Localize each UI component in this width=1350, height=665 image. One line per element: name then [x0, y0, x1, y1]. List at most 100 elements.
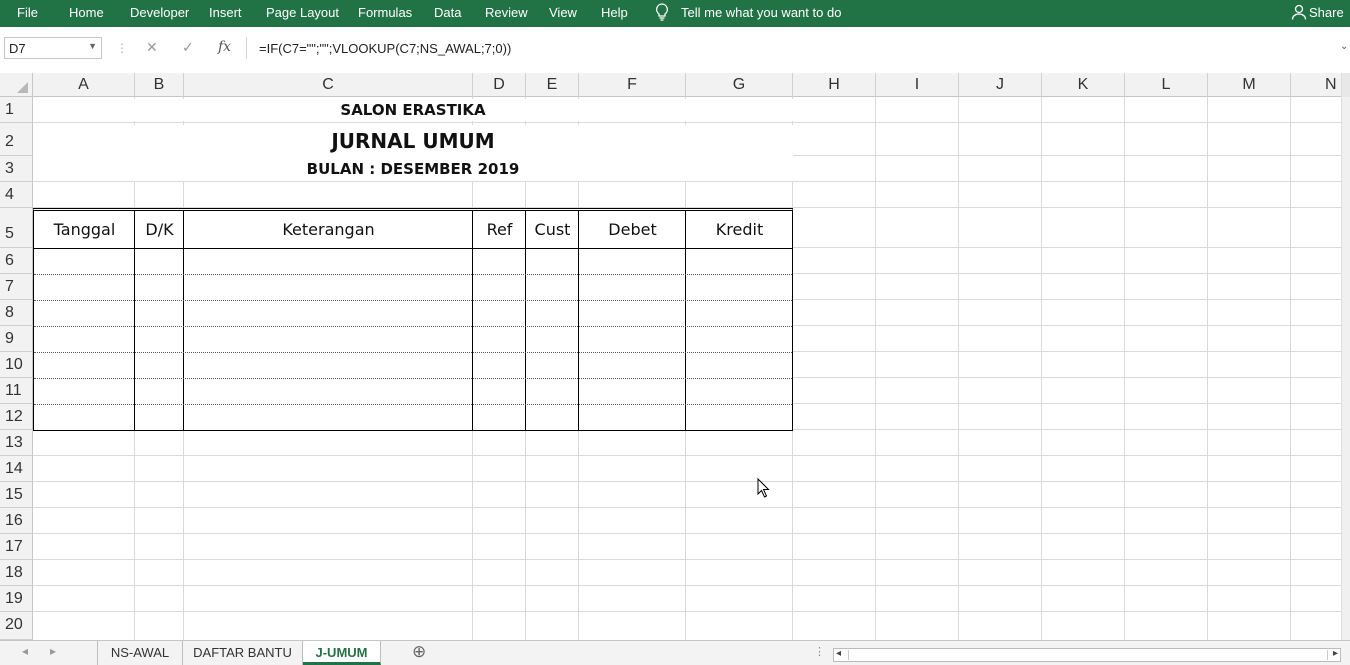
menu-file[interactable]: File [17, 5, 38, 20]
table-border [578, 211, 579, 431]
gridline [33, 611, 1341, 612]
mouse-pointer-icon [757, 477, 771, 499]
ribbon-menu-bar: File Home Developer Insert Page Layout F… [0, 0, 1350, 27]
header-kredit[interactable]: Kredit [686, 211, 793, 249]
menu-home[interactable]: Home [69, 5, 104, 20]
row-header-17[interactable]: 17 [0, 534, 33, 560]
table-row-separator [34, 352, 792, 353]
row-header-9[interactable]: 9 [0, 326, 33, 352]
menu-developer[interactable]: Developer [130, 5, 189, 20]
table-row-separator [34, 300, 792, 301]
menu-page-layout[interactable]: Page Layout [266, 5, 339, 20]
enter-icon[interactable]: ✓ [182, 39, 194, 56]
menu-view[interactable]: View [549, 5, 577, 20]
name-box[interactable]: D7 ▼ [4, 37, 102, 59]
column-header-f[interactable]: F [579, 73, 686, 97]
vertical-scrollbar[interactable] [1341, 73, 1350, 640]
header-keterangan[interactable]: Keterangan [184, 211, 473, 249]
column-header-d[interactable]: D [473, 73, 526, 97]
row-header-10[interactable]: 10 [0, 352, 33, 378]
column-header-k[interactable]: K [1042, 73, 1125, 97]
horizontal-scrollbar[interactable]: ◂ ▸ [833, 648, 1341, 662]
tab-scroll-right-icon[interactable]: ▸ [50, 644, 56, 658]
column-header-l[interactable]: L [1125, 73, 1208, 97]
table-row-separator [34, 404, 792, 405]
column-header-g[interactable]: G [686, 73, 793, 97]
row-header-13[interactable]: 13 [0, 430, 33, 456]
row-header-5[interactable]: 5 [0, 208, 33, 248]
header-tanggal[interactable]: Tanggal [34, 211, 135, 249]
column-header-j[interactable]: J [959, 73, 1042, 97]
column-header-b[interactable]: B [135, 73, 184, 97]
tell-me-search[interactable]: Tell me what you want to do [681, 5, 841, 20]
table-border [134, 211, 135, 431]
menu-help[interactable]: Help [601, 5, 628, 20]
scroll-thumb[interactable] [848, 650, 1328, 660]
row-header-1[interactable]: 1 [0, 97, 33, 123]
insert-function-button[interactable]: fx [218, 39, 231, 55]
worksheet-grid[interactable]: A B C D E F G H I J K L M N 1 2 3 4 5 6 … [0, 73, 1341, 640]
row-header-7[interactable]: 7 [0, 274, 33, 300]
chevron-down-icon[interactable]: ▼ [88, 41, 97, 51]
tab-scroll-left-icon[interactable]: ◂ [22, 644, 28, 658]
row-header-8[interactable]: 8 [0, 300, 33, 326]
tab-j-umum[interactable]: J-UMUM [303, 641, 381, 665]
share-button[interactable]: Share [1309, 5, 1344, 20]
table-row-separator [34, 378, 792, 379]
sheet-title[interactable]: SALON ERASTIKA [33, 99, 793, 121]
table-border [685, 211, 686, 431]
gridline [33, 481, 1341, 482]
row-header-15[interactable]: 15 [0, 482, 33, 508]
select-all-corner[interactable] [0, 73, 33, 97]
row-header-11[interactable]: 11 [0, 378, 33, 404]
tab-ns-awal[interactable]: NS-AWAL [97, 641, 183, 665]
gridline [33, 181, 1341, 182]
header-dk[interactable]: D/K [135, 211, 184, 249]
gridline [33, 507, 1341, 508]
tab-daftar-bantu[interactable]: DAFTAR BANTU [183, 641, 303, 665]
formula-input[interactable]: =IF(C7="";"";VLOOKUP(C7;NS_AWAL;7;0)) [246, 37, 1350, 59]
menu-insert[interactable]: Insert [209, 5, 242, 20]
gridline [33, 559, 1341, 560]
row-header-4[interactable]: 4 [0, 182, 33, 208]
row-header-14[interactable]: 14 [0, 456, 33, 482]
row-header-2[interactable]: 2 [0, 123, 33, 156]
scroll-up-icon[interactable] [1342, 73, 1350, 97]
column-header-i[interactable]: I [876, 73, 959, 97]
formula-bar: D7 ▼ ⋮ ✕ ✓ fx =IF(C7="";"";VLOOKUP(C7;NS_… [0, 27, 1350, 73]
name-box-value: D7 [9, 41, 26, 56]
menu-formulas[interactable]: Formulas [358, 5, 412, 20]
journal-table[interactable]: Tanggal D/K Keterangan Ref Cust Debet Kr… [33, 208, 793, 431]
more-options-icon: ⋮ [116, 41, 128, 55]
column-header-a[interactable]: A [33, 73, 135, 97]
row-header-19[interactable]: 19 [0, 586, 33, 612]
row-header-20[interactable]: 20 [0, 612, 33, 640]
column-header-n[interactable]: N [1291, 73, 1341, 97]
table-border [472, 211, 473, 431]
cancel-icon[interactable]: ✕ [146, 39, 158, 56]
split-handle-icon[interactable]: ⋮ [814, 645, 825, 658]
column-header-c[interactable]: C [184, 73, 473, 97]
column-header-e[interactable]: E [526, 73, 579, 97]
gridline [33, 585, 1341, 586]
column-header-m[interactable]: M [1208, 73, 1291, 97]
menu-data[interactable]: Data [434, 5, 461, 20]
sheet-period[interactable]: BULAN : DESEMBER 2019 [33, 157, 793, 181]
row-header-6[interactable]: 6 [0, 248, 33, 274]
sheet-tab-bar: ◂ ▸ NS-AWAL DAFTAR BANTU J-UMUM ⊕ ⋮ ◂ ▸ [0, 640, 1350, 665]
column-header-h[interactable]: H [793, 73, 876, 97]
sheet-subtitle[interactable]: JURNAL UMUM [33, 125, 793, 157]
row-header-16[interactable]: 16 [0, 508, 33, 534]
gridline [33, 533, 1341, 534]
header-ref[interactable]: Ref [473, 211, 526, 249]
header-cust[interactable]: Cust [526, 211, 579, 249]
row-header-18[interactable]: 18 [0, 560, 33, 586]
row-header-12[interactable]: 12 [0, 404, 33, 430]
add-sheet-button[interactable]: ⊕ [412, 642, 426, 662]
header-debet[interactable]: Debet [579, 211, 686, 249]
scroll-right-icon[interactable]: ▸ [1333, 648, 1338, 659]
scroll-left-icon[interactable]: ◂ [836, 648, 841, 659]
row-header-3[interactable]: 3 [0, 156, 33, 182]
expand-formula-icon[interactable]: ⌄ [1340, 41, 1348, 52]
menu-review[interactable]: Review [485, 5, 528, 20]
